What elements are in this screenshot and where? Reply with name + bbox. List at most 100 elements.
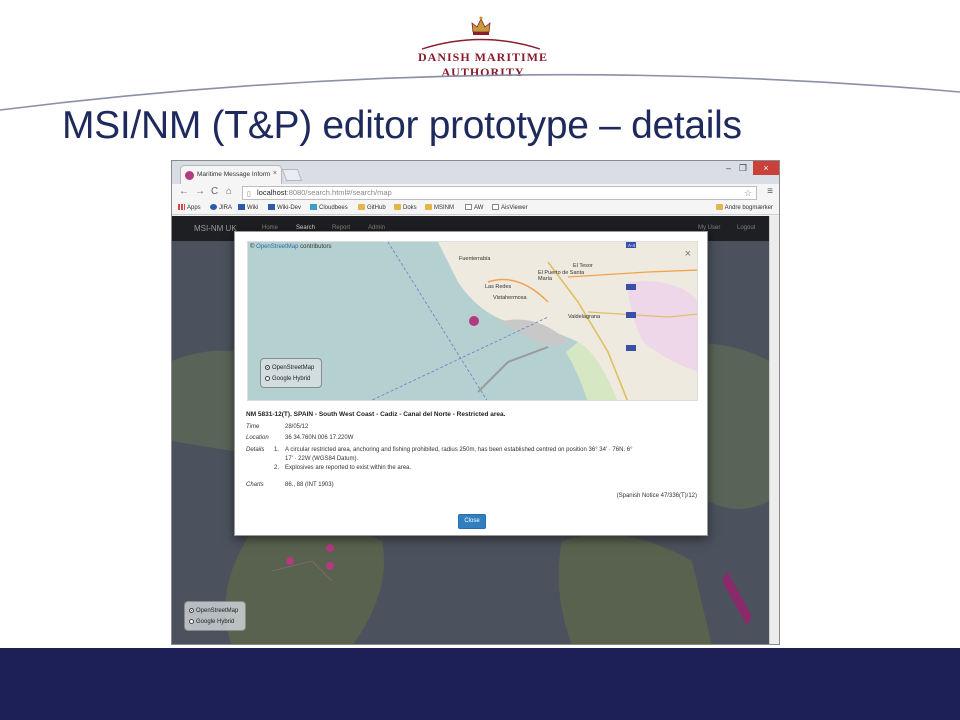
wiki-icon: [268, 204, 275, 210]
attribution-suffix: contributors: [298, 244, 332, 250]
browser-tab[interactable]: Maritime Message Inform ×: [180, 165, 282, 184]
site-favicon-icon: [185, 171, 194, 180]
folder-icon: [358, 204, 365, 210]
location-label: Location: [246, 435, 269, 441]
bookmarks-bar: Apps JIRA Wiki Wiki-Dev Cloudbees GitHub…: [172, 202, 779, 215]
detail-number: 2.: [274, 465, 280, 471]
bookmark-label: JIRA: [219, 205, 233, 211]
detail-text: 17' · 22W (WGS84 Datum).: [285, 456, 359, 462]
detail-number: 1.: [274, 447, 280, 453]
url-host: localhost: [257, 188, 287, 197]
tab-close-icon[interactable]: ×: [273, 170, 277, 177]
bookmark-cloudbees[interactable]: Cloudbees: [310, 204, 348, 211]
bookmark-jira[interactable]: JIRA: [210, 204, 232, 211]
map-close-icon[interactable]: ×: [685, 248, 691, 260]
back-icon[interactable]: ←: [179, 186, 189, 197]
layer-label: Google Hybrid: [196, 619, 235, 625]
page-icon: ▯: [247, 191, 251, 198]
jira-icon: [210, 204, 217, 210]
forward-icon[interactable]: →: [195, 186, 205, 197]
detail-map[interactable]: © OpenStreetMap contributors Fuenterrabí…: [247, 241, 698, 401]
wiki-icon: [238, 204, 245, 210]
radio-icon[interactable]: [189, 618, 194, 624]
tab-title: Maritime Message Inform: [197, 171, 271, 178]
time-label: Time: [246, 424, 260, 430]
bookmark-label: Wiki: [247, 205, 259, 211]
new-tab-button[interactable]: [281, 169, 303, 181]
layer-label: OpenStreetMap: [272, 365, 315, 371]
bookmark-label: AisViewer: [501, 205, 528, 211]
url-path: :8080/search.html#/search/map: [286, 188, 392, 197]
logo-arc: [421, 38, 541, 50]
bookmark-aisviewer[interactable]: AisViewer: [492, 204, 528, 211]
map-place-label: Vistahermosa: [493, 295, 527, 301]
marker: [286, 557, 294, 565]
layer-option-osm[interactable]: OpenStreetMap: [265, 363, 317, 374]
bookmark-other[interactable]: Andre bogmærker: [715, 204, 773, 211]
attribution-link[interactable]: OpenStreetMap: [256, 244, 298, 250]
marker: [326, 562, 334, 570]
radio-selected-icon[interactable]: [265, 364, 270, 370]
marker: [326, 544, 334, 552]
bookmark-star-icon[interactable]: ☆: [744, 187, 752, 199]
page-icon: [465, 204, 472, 210]
bookmark-doks[interactable]: Doks: [394, 204, 417, 211]
folder-icon: [425, 204, 432, 210]
browser-toolbar: ← → C ⌂ ▯ localhost:8080/search.html#/se…: [172, 184, 779, 202]
bookmark-aw[interactable]: AW: [465, 204, 483, 211]
browser-menu-icon[interactable]: ≡: [767, 186, 773, 197]
map-place-label: Las Redes: [485, 284, 512, 290]
bookmark-msinm[interactable]: MSINM: [425, 204, 454, 211]
bookmark-label: GitHub: [367, 205, 386, 211]
bookmark-label: Andre bogmærker: [724, 205, 773, 211]
radio-icon[interactable]: [265, 375, 270, 381]
page-scrollbar[interactable]: [769, 216, 779, 644]
message-details-modal: © OpenStreetMap contributors Fuenterrabí…: [234, 231, 708, 536]
map-place-label: Valdelagrana: [568, 314, 601, 320]
app-brand[interactable]: MSI-NM UK: [194, 224, 237, 233]
cloudbees-icon: [310, 204, 317, 210]
bookmark-label: AW: [474, 205, 484, 211]
bookmark-label: Cloudbees: [319, 205, 348, 211]
home-icon[interactable]: ⌂: [226, 186, 232, 197]
map-attribution: © OpenStreetMap contributors: [250, 244, 331, 250]
folder-icon: [394, 204, 401, 210]
window-close-button[interactable]: ×: [753, 161, 779, 175]
slide-footer-band: [0, 648, 960, 720]
close-button[interactable]: Close: [458, 514, 486, 529]
bookmark-wiki-dev[interactable]: Wiki-Dev: [268, 204, 301, 211]
detail-text: A circular restricted area, anchoring an…: [285, 447, 633, 453]
background-layer-switcher[interactable]: OpenStreetMap Google Hybrid: [184, 601, 246, 631]
address-bar[interactable]: ▯ localhost:8080/search.html#/search/map…: [242, 186, 757, 200]
folder-icon: [715, 204, 723, 210]
message-title: NM 5831-12(T). SPAIN - South West Coast …: [246, 411, 506, 418]
bookmark-apps[interactable]: Apps: [178, 204, 201, 211]
layer-label: OpenStreetMap: [196, 608, 239, 614]
bookmark-label: Apps: [187, 205, 201, 211]
time-value: 28/05/12: [285, 424, 309, 430]
layer-option-google[interactable]: Google Hybrid: [265, 374, 317, 385]
maximize-icon[interactable]: ❐: [739, 163, 747, 174]
page-icon: [492, 204, 499, 210]
map-place-label: El Tesor: [573, 263, 593, 269]
nav-logout[interactable]: Logout: [737, 225, 755, 231]
detail-text: Explosives are reported to exist within …: [285, 465, 412, 471]
location-value: 36 34.760N 006 17.220W: [285, 435, 354, 441]
details-label: Details: [246, 447, 265, 453]
apps-icon: [178, 204, 185, 210]
radio-selected-icon[interactable]: [189, 607, 194, 613]
layer-option-osm[interactable]: OpenStreetMap: [189, 606, 241, 617]
bookmark-label: Wiki-Dev: [277, 205, 301, 211]
minimize-icon[interactable]: ‒: [726, 163, 731, 173]
charts-value: 86., 88 (INT 1903): [285, 482, 334, 488]
spanish-notice: (Spanish Notice 47/336(T)/12): [616, 493, 697, 499]
layer-label: Google Hybrid: [272, 376, 311, 382]
bookmark-label: Doks: [403, 205, 417, 211]
bookmark-github[interactable]: GitHub: [358, 204, 386, 211]
bookmark-wiki[interactable]: Wiki: [238, 204, 258, 211]
detail-layer-switcher[interactable]: OpenStreetMap Google Hybrid: [260, 358, 322, 388]
map-place-label: El Puerto de Santa María: [538, 270, 585, 282]
tab-bar: Maritime Message Inform × ‒ ❐ ×: [172, 161, 779, 184]
reload-icon[interactable]: C: [211, 186, 218, 197]
layer-option-google[interactable]: Google Hybrid: [189, 617, 241, 628]
